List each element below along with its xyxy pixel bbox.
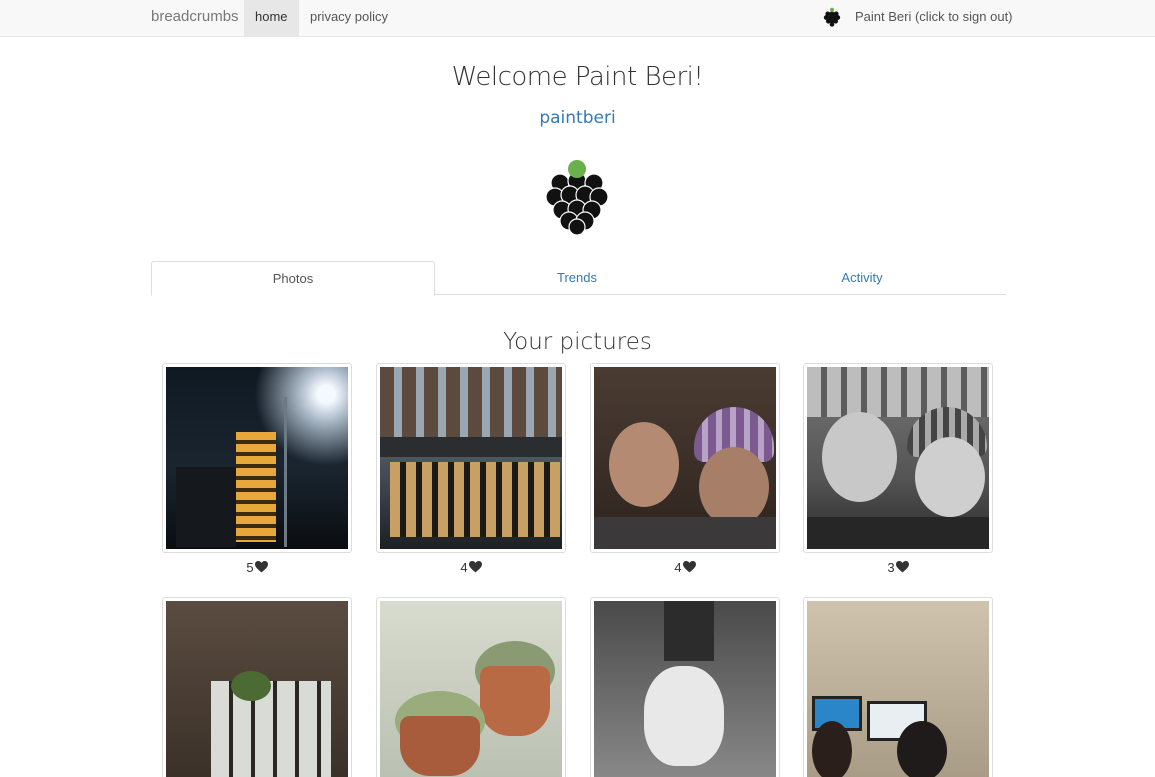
photo-bw-selfie	[807, 367, 989, 549]
username-link[interactable]: paintberi	[0, 108, 1155, 128]
tab-trends[interactable]: Trends	[435, 261, 719, 295]
photo-computers	[807, 601, 989, 777]
profile-tabs: Photos Trends Activity	[151, 261, 1006, 296]
photo-thumbnail[interactable]	[803, 363, 993, 553]
photo-thumbnail[interactable]	[803, 597, 993, 777]
tab-photos[interactable]: Photos	[151, 261, 435, 296]
heart-icon[interactable]	[468, 561, 482, 573]
photo-thumbnail[interactable]	[376, 597, 566, 777]
photo-succulents	[380, 601, 562, 777]
photo-likes: 3	[803, 560, 993, 576]
photo-night-building	[166, 367, 348, 549]
photo-thumbnail[interactable]	[162, 363, 352, 553]
section-title: Your pictures	[503, 329, 652, 355]
photo-likes: 4	[590, 560, 780, 576]
photo-thumbnail[interactable]	[162, 597, 352, 777]
photo-winter-selfie	[594, 367, 776, 549]
heart-icon[interactable]	[895, 561, 909, 573]
photo-thumbnail[interactable]	[590, 363, 780, 553]
sign-out-link[interactable]: Paint Beri (click to sign out)	[855, 0, 1013, 36]
nav-home[interactable]: home	[244, 0, 299, 36]
welcome-heading: Welcome Paint Beri!	[451, 62, 704, 92]
photo-building-storefront	[380, 367, 562, 549]
photo-living-room	[166, 601, 348, 777]
photo-likes: 5	[162, 560, 352, 576]
photo-likes: 4	[376, 560, 566, 576]
nav-privacy-policy[interactable]: privacy policy	[299, 0, 399, 36]
photo-thumbnail[interactable]	[376, 363, 566, 553]
heart-icon[interactable]	[254, 561, 268, 573]
top-navbar: breadcrumbs home privacy policy Paint Be…	[0, 0, 1155, 37]
heart-icon[interactable]	[682, 561, 696, 573]
photo-white-dog	[594, 601, 776, 777]
photo-thumbnail[interactable]	[590, 597, 780, 777]
tab-activity[interactable]: Activity	[720, 261, 1004, 295]
user-avatar-icon[interactable]	[822, 7, 842, 27]
grape-logo-icon	[546, 160, 608, 235]
brand-link[interactable]: breadcrumbs	[151, 0, 239, 36]
